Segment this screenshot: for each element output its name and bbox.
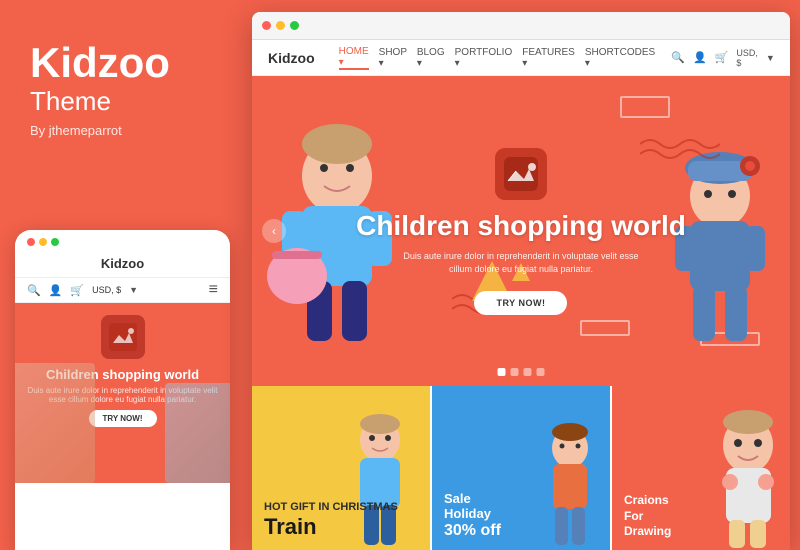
mobile-cta-button[interactable]: TRY NOW! <box>89 410 157 427</box>
nav-icons: 🔍 👤 🛒 USD, $ ▼ <box>671 48 775 68</box>
mobile-child-left <box>15 363 95 483</box>
browser-panel: Kidzoo HOME ▾ SHOP ▾ BLOG ▾ PORTFOLIO ▾ … <box>252 12 790 550</box>
user-icon[interactable]: 👤 <box>49 284 63 297</box>
mobile-dots <box>27 238 59 246</box>
hamburger-icon[interactable]: ≡ <box>209 281 218 299</box>
pagination-dot-4[interactable] <box>537 368 545 376</box>
product-card-sale[interactable]: Sale Holiday 30% off <box>432 386 612 550</box>
hero-logo-icon <box>495 148 547 200</box>
pagination-dot-1[interactable] <box>498 368 506 376</box>
card-3-label: CraionsForDrawing <box>624 493 778 540</box>
site-logo: Kidzoo <box>268 50 315 66</box>
brand-title: Kidzoo <box>30 40 225 86</box>
mobile-chrome-bar <box>15 230 230 252</box>
card-2-label-bottom: 30% off <box>444 522 598 540</box>
browser-dot-max[interactable] <box>290 21 299 30</box>
cart-icon[interactable]: 🛒 <box>715 51 729 64</box>
nav-item-shortcodes[interactable]: SHORTCODES ▾ <box>585 46 655 70</box>
hero-content: Children shopping world Duis aute irure … <box>356 148 686 315</box>
mobile-site-logo: Kidzoo <box>15 252 230 278</box>
currency-label: USD, $ <box>92 285 121 295</box>
currency-arrow[interactable]: ▼ <box>129 285 138 295</box>
pagination-dot-3[interactable] <box>524 368 532 376</box>
left-panel: Kidzoo Theme By jthemeparrot Kidzoo 🔍 👤 … <box>0 0 245 550</box>
browser-dot-min[interactable] <box>276 21 285 30</box>
site-hero: Children shopping world Duis aute irure … <box>252 76 790 386</box>
card-2-content: Sale Holiday 30% off <box>444 491 598 540</box>
mobile-logo-icon <box>101 315 145 359</box>
deco-rect-1 <box>620 96 670 118</box>
product-card-crayons[interactable]: CraionsForDrawing <box>612 386 790 550</box>
browser-dots <box>262 21 299 30</box>
card-1-label-bottom: Train <box>264 514 418 540</box>
brand-author: By jthemeparrot <box>30 123 225 138</box>
product-card-train[interactable]: HOT GIFT IN CHRISTMAS Train <box>252 386 432 550</box>
site-nav: Kidzoo HOME ▾ SHOP ▾ BLOG ▾ PORTFOLIO ▾ … <box>252 40 790 76</box>
nav-items: HOME ▾ SHOP ▾ BLOG ▾ PORTFOLIO ▾ FEATURE… <box>339 46 656 70</box>
nav-item-portfolio[interactable]: PORTFOLIO ▾ <box>455 46 513 70</box>
mobile-hero: Children shopping world Duis aute irure … <box>15 303 230 483</box>
search-icon[interactable]: 🔍 <box>27 284 41 297</box>
mobile-dot-yellow <box>39 238 47 246</box>
card-1-content: HOT GIFT IN CHRISTMAS Train <box>264 501 418 540</box>
brand-subtitle: Theme <box>30 86 225 117</box>
card-3-content: CraionsForDrawing <box>624 493 778 540</box>
browser-dot-close[interactable] <box>262 21 271 30</box>
browser-chrome <box>252 12 790 40</box>
mobile-child-right <box>165 383 230 483</box>
search-icon[interactable]: 🔍 <box>671 51 685 64</box>
deco-rect-2 <box>580 320 630 336</box>
nav-item-home[interactable]: HOME ▾ <box>339 46 369 70</box>
products-section: HOT GIFT IN CHRISTMAS Train Sale <box>252 386 790 550</box>
nav-item-shop[interactable]: SHOP ▾ <box>379 46 407 70</box>
mobile-dot-green <box>51 238 59 246</box>
currency-label: USD, $ <box>736 48 758 68</box>
mobile-mockup: Kidzoo 🔍 👤 🛒 USD, $ ▼ ≡ Children shoppin… <box>15 230 230 550</box>
nav-item-features[interactable]: FEATURES ▾ <box>522 46 575 70</box>
cart-icon[interactable]: 🛒 <box>70 284 84 297</box>
hero-prev-button[interactable]: ‹ <box>262 219 286 243</box>
pagination-dot-2[interactable] <box>511 368 519 376</box>
currency-arrow[interactable]: ▼ <box>766 53 775 63</box>
hero-description: Duis aute irure dolor in reprehenderit i… <box>391 250 651 277</box>
card-2-label-top: Sale <box>444 491 598 507</box>
mobile-nav-icons: 🔍 👤 🛒 USD, $ ▼ ≡ <box>15 278 230 303</box>
nav-item-blog[interactable]: BLOG ▾ <box>417 46 445 70</box>
card-2-label-mid: Holiday <box>444 506 598 522</box>
mobile-dot-red <box>27 238 35 246</box>
hero-pagination <box>498 368 545 376</box>
card-1-label-top: HOT GIFT IN CHRISTMAS <box>264 501 418 514</box>
hero-title: Children shopping world <box>356 210 686 242</box>
hero-cta-button[interactable]: TRY NOW! <box>474 291 567 315</box>
user-icon[interactable]: 👤 <box>693 51 707 64</box>
